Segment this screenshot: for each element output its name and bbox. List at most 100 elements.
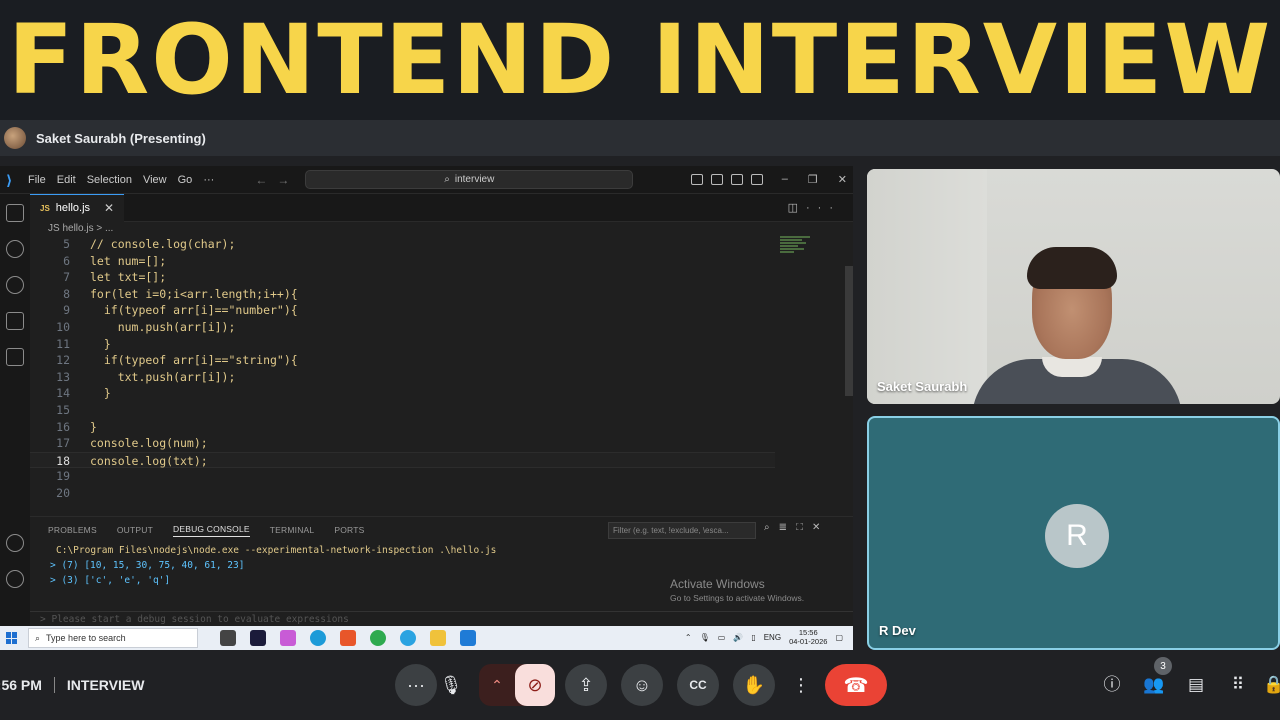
network-icon[interactable]: ▭ bbox=[718, 633, 726, 642]
extensions-icon[interactable] bbox=[6, 348, 24, 366]
code-text[interactable]: txt.push(arr[i]); bbox=[70, 369, 236, 386]
menu-view[interactable]: View bbox=[143, 174, 167, 186]
settings-gear-icon[interactable] bbox=[6, 570, 24, 588]
battery-icon[interactable]: ▯ bbox=[751, 633, 755, 642]
split-editor-icon[interactable]: ◫ bbox=[788, 202, 806, 214]
code-text[interactable]: for(let i=0;i<arr.length;i++){ bbox=[70, 286, 298, 303]
breadcrumb[interactable]: JS hello.js > ... bbox=[48, 223, 113, 234]
code-line[interactable]: 8 for(let i=0;i<arr.length;i++){ bbox=[30, 286, 775, 303]
code-editor[interactable]: 5// console.log(char); 6 let num=[]; 7 let t… bbox=[30, 236, 775, 516]
minimap[interactable] bbox=[780, 236, 816, 260]
code-text[interactable]: } bbox=[70, 385, 111, 402]
menu-go[interactable]: Go bbox=[178, 174, 193, 186]
toggle-sidebar-icon[interactable] bbox=[711, 174, 723, 185]
microphone-tray-icon[interactable]: 🎙 bbox=[700, 633, 710, 642]
code-text[interactable] bbox=[70, 402, 90, 419]
host-controls-button[interactable]: 🔒 bbox=[1262, 674, 1280, 696]
menu-edit[interactable]: Edit bbox=[57, 174, 76, 186]
vscode-taskbar-icon[interactable] bbox=[460, 630, 476, 646]
code-line[interactable]: 16} bbox=[30, 419, 775, 436]
code-line[interactable]: 17 console.log(num); bbox=[30, 435, 775, 452]
brave-icon[interactable] bbox=[340, 630, 356, 646]
microphone-button[interactable]: 🎙 bbox=[430, 664, 472, 706]
participant-tile[interactable]: R R Dev bbox=[867, 416, 1280, 650]
menu-more[interactable]: ··· bbox=[203, 174, 214, 186]
code-line[interactable]: 18 console.log(txt); bbox=[30, 451, 775, 469]
code-line[interactable]: 14 } bbox=[30, 385, 775, 402]
reactions-button[interactable]: ☺ bbox=[621, 664, 663, 706]
telegram-icon[interactable] bbox=[400, 630, 416, 646]
intellij-icon[interactable] bbox=[250, 630, 266, 646]
tray-clock[interactable]: 15:56 04-01-2026 bbox=[789, 628, 827, 646]
activities-button[interactable]: ⠿ bbox=[1226, 674, 1250, 696]
notification-icon[interactable]: ▢ bbox=[835, 633, 843, 642]
code-text[interactable]: console.log(txt); bbox=[70, 453, 208, 468]
code-text[interactable]: } bbox=[70, 419, 97, 436]
code-line[interactable]: 7 let txt=[]; bbox=[30, 269, 775, 286]
menu-selection[interactable]: Selection bbox=[87, 174, 132, 186]
code-line[interactable]: 19 bbox=[30, 468, 775, 485]
code-line[interactable]: 5// console.log(char); bbox=[30, 236, 775, 253]
tab-output[interactable]: OUTPUT bbox=[117, 525, 153, 535]
code-text[interactable]: if(typeof arr[i]=="string"){ bbox=[70, 352, 298, 369]
code-text[interactable]: } bbox=[70, 336, 111, 353]
camera-off-button[interactable]: ⊘ bbox=[515, 664, 555, 706]
more-actions-icon[interactable]: ··· bbox=[806, 202, 841, 214]
toggle-secondary-sidebar-icon[interactable] bbox=[751, 174, 763, 185]
code-line[interactable]: 11 } bbox=[30, 336, 775, 353]
code-line[interactable]: 10 num.push(arr[i]); bbox=[30, 319, 775, 336]
meeting-details-button[interactable]: ⓘ bbox=[1100, 674, 1124, 696]
windows-start-icon[interactable] bbox=[6, 632, 18, 644]
source-control-icon[interactable] bbox=[6, 276, 24, 294]
command-center-search[interactable]: ⌕ interview bbox=[305, 170, 634, 189]
copilot-icon[interactable] bbox=[280, 630, 296, 646]
code-line[interactable]: 12 if(typeof arr[i]=="string"){ bbox=[30, 352, 775, 369]
tray-chevron-icon[interactable]: ⌃ bbox=[685, 633, 692, 642]
restore-icon[interactable]: ❐ bbox=[808, 173, 818, 186]
editor-scrollbar[interactable] bbox=[845, 266, 853, 396]
more-vert-button[interactable]: ⋮ bbox=[780, 664, 822, 706]
menu-file[interactable]: File bbox=[28, 174, 46, 186]
code-text[interactable] bbox=[70, 468, 90, 485]
close-panel-icon[interactable]: ✕ bbox=[812, 522, 829, 533]
tab-ports[interactable]: PORTS bbox=[334, 525, 364, 535]
code-line[interactable]: 15 bbox=[30, 402, 775, 419]
console-output-line[interactable]: > (7) [10, 15, 30, 75, 40, 61, 23] bbox=[50, 558, 853, 573]
chrome-icon[interactable] bbox=[370, 630, 386, 646]
clear-console-icon[interactable]: ≣ bbox=[779, 522, 796, 533]
taskbar-search[interactable]: ⌕ Type here to search bbox=[28, 628, 198, 648]
close-icon[interactable]: ✕ bbox=[838, 173, 847, 186]
tab-close-icon[interactable]: ✕ bbox=[104, 201, 114, 215]
explorer-icon[interactable] bbox=[6, 204, 24, 222]
console-filter-input[interactable]: Filter (e.g. text, !exclude, \esca... bbox=[608, 522, 756, 539]
code-text[interactable]: if(typeof arr[i]=="number"){ bbox=[70, 302, 298, 319]
participant-tile[interactable]: Saket Saurabh bbox=[867, 169, 1280, 404]
chat-button[interactable]: ▤ bbox=[1184, 674, 1208, 696]
code-text[interactable]: console.log(num); bbox=[70, 435, 208, 452]
tab-debug-console[interactable]: DEBUG CONSOLE bbox=[173, 524, 250, 537]
code-text[interactable]: num.push(arr[i]); bbox=[70, 319, 236, 336]
search-icon[interactable]: ⌕ bbox=[764, 522, 779, 533]
present-screen-button[interactable]: ⇪ bbox=[565, 664, 607, 706]
tab-terminal[interactable]: TERMINAL bbox=[270, 525, 315, 535]
code-text[interactable]: // console.log(char); bbox=[70, 236, 235, 253]
toggle-panel-icon[interactable] bbox=[731, 174, 743, 185]
account-icon[interactable] bbox=[6, 534, 24, 552]
run-debug-icon[interactable] bbox=[6, 312, 24, 330]
tab-problems[interactable]: PROBLEMS bbox=[48, 525, 97, 535]
task-view-icon[interactable] bbox=[220, 630, 236, 646]
minimize-icon[interactable]: – bbox=[782, 173, 788, 186]
volume-icon[interactable]: 🔊 bbox=[733, 633, 743, 642]
language-indicator[interactable]: ENG bbox=[764, 633, 781, 642]
leave-call-button[interactable]: ☎ bbox=[825, 664, 887, 706]
people-button[interactable]: 👥 bbox=[1142, 674, 1166, 696]
edge-icon[interactable] bbox=[310, 630, 326, 646]
maximize-panel-icon[interactable]: ⛶ bbox=[796, 522, 812, 533]
code-text[interactable]: let txt=[]; bbox=[70, 269, 166, 286]
nav-arrows-icon[interactable]: ←→ bbox=[255, 173, 299, 187]
code-line[interactable]: 9 if(typeof arr[i]=="number"){ bbox=[30, 302, 775, 319]
captions-button[interactable]: CC bbox=[677, 664, 719, 706]
repl-input[interactable]: > Please start a debug session to evalua… bbox=[30, 611, 853, 626]
file-explorer-icon[interactable] bbox=[430, 630, 446, 646]
layout-customize-icon[interactable] bbox=[691, 174, 703, 185]
